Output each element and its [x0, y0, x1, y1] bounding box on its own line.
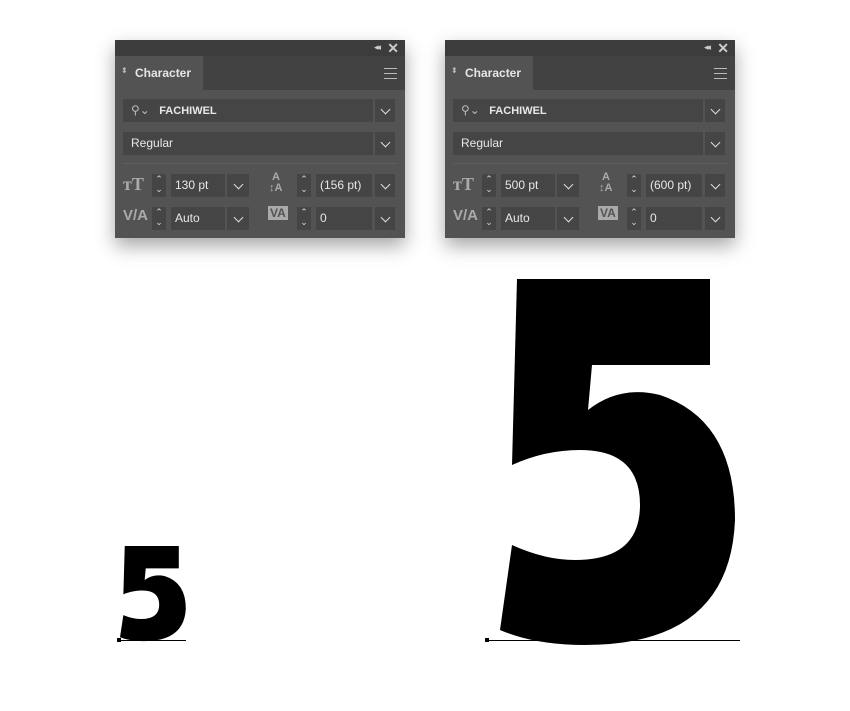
baseline-small	[119, 640, 186, 641]
anchor-point-small[interactable]	[117, 638, 121, 642]
glyph-5-small[interactable]	[120, 546, 186, 642]
glyph-canvas	[120, 279, 735, 645]
baseline-large	[487, 640, 740, 641]
anchor-point-large[interactable]	[485, 638, 489, 642]
glyph-5-large[interactable]	[500, 279, 735, 645]
